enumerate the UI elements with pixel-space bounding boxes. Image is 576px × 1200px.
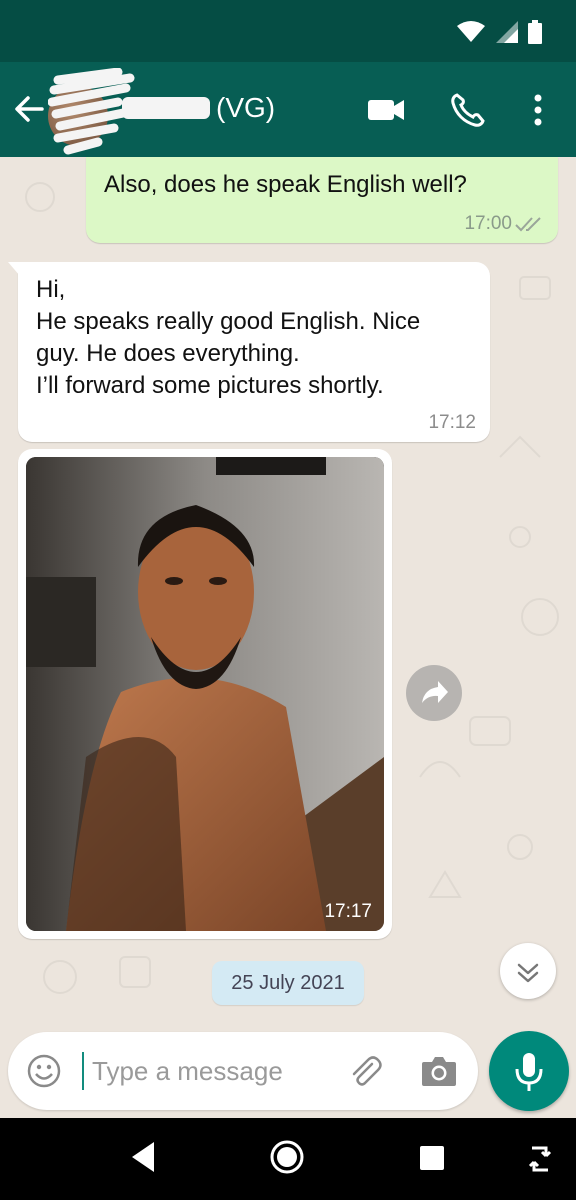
incoming-message[interactable]: Hi, He speaks really good English. Nice … [8, 262, 490, 442]
message-line: He speaks really good English. Nice [36, 308, 421, 335]
mic-button[interactable] [489, 1031, 569, 1111]
photo-illustration [26, 457, 384, 931]
message-line: Hi, [36, 276, 66, 303]
forward-icon [422, 681, 448, 703]
back-arrow-icon[interactable] [12, 92, 46, 126]
contact-name[interactable]: (VG) [122, 92, 275, 124]
video-call-icon[interactable] [366, 92, 406, 128]
forward-button[interactable] [406, 665, 462, 721]
paperclip-icon[interactable] [346, 1052, 384, 1090]
rotate-icon[interactable] [526, 1142, 554, 1176]
composer [8, 1032, 478, 1110]
emoji-icon[interactable] [26, 1053, 62, 1089]
outgoing-message[interactable]: Also, does he speak English well? 17:00 [86, 157, 558, 243]
wifi-icon [457, 21, 485, 42]
photo-time: 17:17 [324, 901, 372, 922]
voice-call-icon[interactable] [448, 92, 488, 128]
camera-icon[interactable] [420, 1054, 458, 1088]
nav-back-icon[interactable] [128, 1140, 158, 1174]
scroll-down-button[interactable] [500, 943, 556, 999]
chat-header: (VG) [0, 62, 576, 157]
chat-area[interactable]: Also, does he speak English well? 17:00 … [0, 157, 576, 1025]
more-vert-icon[interactable] [520, 92, 556, 128]
signal-icon [496, 21, 518, 43]
message-input[interactable] [92, 1050, 322, 1092]
date-chip: 25 July 2021 [212, 961, 364, 1005]
contact-name-label: (VG) [216, 92, 276, 123]
system-nav-bar [0, 1118, 576, 1200]
photo-image[interactable]: 17:17 [26, 457, 384, 931]
redacted-name [122, 97, 210, 119]
message-line: guy. He does everything. [36, 340, 300, 367]
incoming-photo-message[interactable]: 17:17 [18, 449, 392, 939]
status-bar [0, 0, 576, 62]
message-time: 17:12 [428, 412, 476, 433]
message-time: 17:00 [464, 213, 512, 234]
mic-icon [515, 1053, 543, 1091]
nav-recents-icon[interactable] [418, 1144, 446, 1172]
message-line: I’ll forward some pictures shortly. [36, 372, 384, 399]
status-icons [456, 20, 542, 44]
message-text: Also, does he speak English well? [104, 171, 467, 198]
double-check-icon [515, 217, 541, 232]
double-chevron-down-icon [517, 963, 539, 983]
text-caret [82, 1052, 84, 1090]
battery-icon [528, 20, 542, 44]
nav-home-icon[interactable] [268, 1138, 306, 1176]
